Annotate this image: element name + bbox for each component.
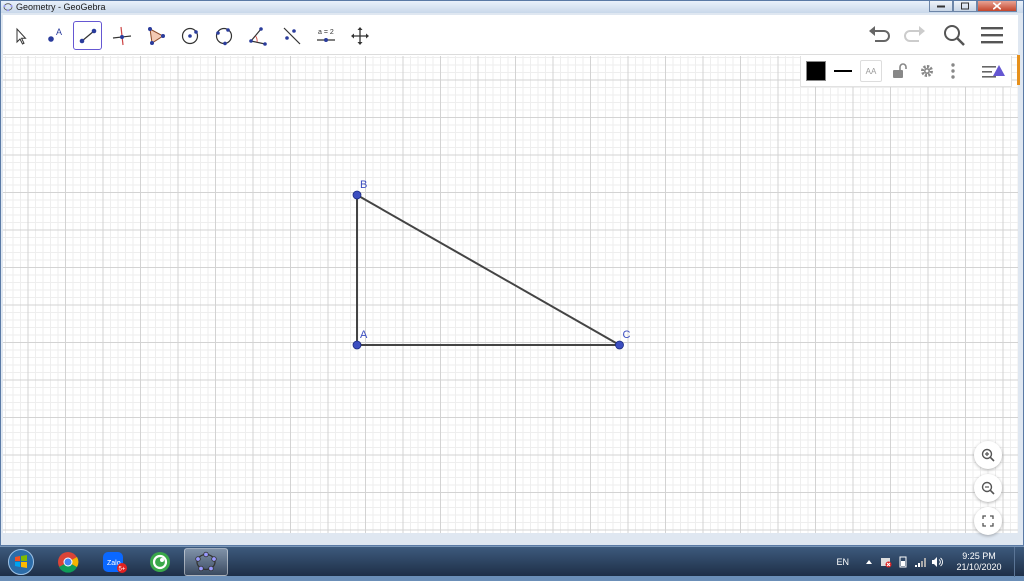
angle-tool[interactable] (243, 21, 272, 50)
construction-layer: A B C (352, 179, 631, 350)
window-title: Geometry - GeoGebra (16, 2, 106, 12)
font-size-button[interactable]: AA (860, 60, 882, 82)
redo-button[interactable] (902, 21, 930, 49)
maximize-button[interactable] (953, 1, 977, 12)
chrome-icon (58, 552, 79, 573)
search-icon (944, 25, 965, 46)
point-A[interactable] (352, 340, 362, 350)
taskbar-coccoc[interactable] (138, 548, 182, 576)
zoom-out-button[interactable] (974, 474, 1002, 502)
fullscreen-button[interactable] (974, 507, 1002, 535)
zalo-icon: Zalo5+ (103, 552, 127, 573)
point-label-A[interactable]: A (360, 329, 368, 341)
unlock-icon (893, 63, 907, 78)
point-icon: A (47, 27, 62, 42)
reflect-icon (283, 27, 300, 44)
segment-tool[interactable] (73, 21, 102, 50)
signal-icon[interactable] (914, 556, 926, 568)
scroll-indicator[interactable] (1017, 55, 1020, 85)
close-button[interactable] (977, 1, 1017, 12)
point-tool[interactable]: A (39, 21, 68, 50)
geogebra-app-icon (3, 3, 13, 12)
coccoc-icon (150, 552, 170, 572)
undo-icon (869, 26, 890, 42)
taskbar: Zalo 5+ EN 9:25 PM 21/10/2020 (0, 546, 1024, 577)
menu-button[interactable] (978, 21, 1006, 49)
slider-tool[interactable]: a = 2 (311, 21, 340, 50)
move-tool[interactable] (6, 21, 35, 50)
circle-tool[interactable] (175, 21, 204, 50)
point-C[interactable] (615, 340, 624, 350)
zoom-out-icon (981, 481, 995, 495)
point-B[interactable] (352, 190, 362, 200)
svg-text:5+: 5+ (119, 567, 126, 573)
windows-start-icon (8, 549, 34, 575)
search-button[interactable] (940, 21, 968, 49)
menu-icon (981, 27, 1003, 44)
show-hidden-icons-icon[interactable] (863, 556, 875, 568)
lock-button[interactable] (888, 60, 910, 82)
fullscreen-icon (982, 515, 994, 527)
color-swatch (806, 61, 826, 81)
svg-text:A: A (56, 27, 62, 37)
move-arrows-icon (350, 26, 369, 45)
point-label-C[interactable]: C (623, 329, 631, 341)
slider-icon: a = 2 (316, 29, 335, 42)
move-graphics-tool[interactable] (345, 21, 374, 50)
style-bar-toggle-icon (982, 65, 1005, 78)
taskbar-zalo[interactable]: Zalo 5+ (92, 548, 136, 576)
window-controls (929, 1, 1017, 12)
geogebra-icon (195, 551, 217, 572)
zoom-in-icon (981, 448, 995, 462)
circle-three-points-tool[interactable] (209, 21, 238, 50)
geogebra-window: Geometry - GeoGebra A a = 2 A B C AA (0, 0, 1024, 546)
clock[interactable]: 9:25 PM 21/10/2020 (948, 551, 1010, 573)
clock-date: 21/10/2020 (956, 562, 1002, 572)
toolbar: A a = 2 (3, 15, 1018, 55)
angle-icon (248, 26, 267, 46)
reflect-tool[interactable] (277, 21, 306, 50)
taskbar-chrome[interactable] (46, 548, 90, 576)
polygon-tool[interactable] (141, 21, 170, 50)
minimize-button[interactable] (929, 1, 953, 12)
more-options-button[interactable] (944, 60, 962, 82)
polygon-icon (147, 26, 165, 45)
arrow-cursor-icon (16, 27, 27, 45)
undo-button[interactable] (864, 21, 892, 49)
start-button[interactable] (3, 548, 39, 576)
show-desktop-button[interactable] (1014, 547, 1024, 577)
perpendicular-line-tool[interactable] (107, 21, 136, 50)
taskbar-geogebra[interactable] (184, 548, 228, 576)
color-button[interactable] (806, 60, 826, 82)
language-indicator[interactable]: EN (836, 557, 849, 567)
circle-three-points-icon (215, 27, 232, 45)
battery-icon[interactable] (897, 556, 909, 568)
settings-button[interactable] (916, 60, 938, 82)
segment-BC[interactable] (356, 194, 620, 346)
volume-icon[interactable] (931, 556, 943, 568)
line-style-icon (834, 70, 852, 72)
point-label-B[interactable]: B (360, 179, 367, 191)
toggle-style-bar-button[interactable] (978, 60, 1008, 82)
clock-time: 9:25 PM (962, 551, 996, 561)
segment-icon (79, 28, 96, 43)
network-error-icon[interactable] (880, 556, 892, 568)
perpendicular-icon (112, 26, 131, 45)
right-toolbar (864, 21, 1006, 49)
gear-icon (921, 65, 933, 77)
system-tray: EN 9:25 PM 21/10/2020 (836, 547, 1024, 577)
title-bar: Geometry - GeoGebra (1, 1, 1023, 13)
line-style-button[interactable] (832, 60, 854, 82)
circle-center-icon (181, 27, 198, 44)
graphics-view[interactable]: A B C AA (3, 56, 1018, 535)
style-bar: AA (800, 56, 1012, 87)
zoom-in-button[interactable] (974, 441, 1002, 469)
svg-text:a = 2: a = 2 (318, 29, 334, 36)
geogebra-app: A a = 2 A B C AA (3, 15, 1020, 535)
redo-icon (904, 26, 925, 42)
more-vertical-icon (951, 63, 955, 79)
